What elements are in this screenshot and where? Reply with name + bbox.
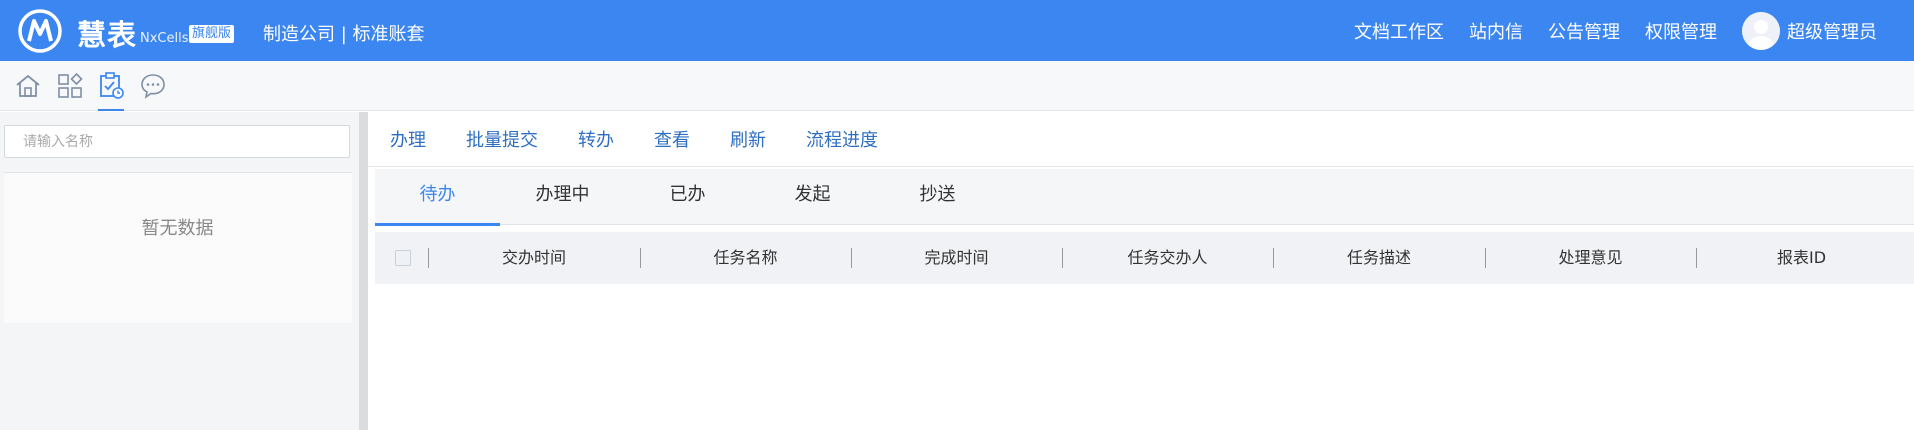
table-header: 交办时间 任务名称 完成时间 任务交办人 任务描述 处理意见 报表ID <box>375 232 1914 284</box>
action-bar: 办理 批量提交 转办 查看 刷新 流程进度 <box>368 112 1914 167</box>
module-iconbar <box>0 61 1914 111</box>
user-avatar-icon <box>1742 11 1780 50</box>
batch-submit-button[interactable]: 批量提交 <box>466 126 538 152</box>
col-report-id[interactable]: 报表ID <box>1696 232 1907 284</box>
nav-inbox[interactable]: 站内信 <box>1469 18 1523 44</box>
empty-placeholder: 暂无数据 <box>141 218 214 239</box>
edition-badge: 旗舰版 <box>189 25 235 43</box>
col-task-desc[interactable]: 任务描述 <box>1273 232 1485 284</box>
process-progress-button[interactable]: 流程进度 <box>806 126 878 152</box>
handle-button[interactable]: 办理 <box>390 126 426 152</box>
tab-initiated[interactable]: 发起 <box>750 169 875 225</box>
col-task-name[interactable]: 任务名称 <box>640 232 851 284</box>
nav-doc-workspace[interactable]: 文档工作区 <box>1354 18 1444 44</box>
col-opinion[interactable]: 处理意见 <box>1485 232 1696 284</box>
avatar[interactable] <box>1742 11 1780 50</box>
panel-splitter[interactable] <box>359 112 368 430</box>
company-account[interactable]: 制造公司 | 标准账套 <box>263 20 425 46</box>
col-assigned-time[interactable]: 交办时间 <box>428 232 640 284</box>
logo-icon[interactable] <box>17 8 63 54</box>
empty-list-area <box>4 173 352 323</box>
task-tab-indicator[interactable] <box>96 71 126 111</box>
tab-cc[interactable]: 抄送 <box>875 169 1000 225</box>
user-name[interactable]: 超级管理员 <box>1787 18 1877 44</box>
select-all-checkbox[interactable] <box>395 250 411 266</box>
tab-in-progress[interactable]: 办理中 <box>500 169 625 225</box>
main-panel: 办理 批量提交 转办 查看 刷新 流程进度 待办 办理中 已办 发起 抄送 交办… <box>368 112 1914 430</box>
transfer-button[interactable]: 转办 <box>578 126 614 152</box>
home-icon[interactable] <box>13 71 43 101</box>
task-clipboard-icon <box>100 72 124 99</box>
col-complete-time[interactable]: 完成时间 <box>851 232 1062 284</box>
top-header: 慧表 NxCells 旗舰版 制造公司 | 标准账套 文档工作区 站内信 公告管… <box>0 0 1914 61</box>
left-panel: 暂无数据 <box>0 112 359 430</box>
header-nav: 文档工作区 站内信 公告管理 权限管理 超级管理员 <box>1354 0 1914 61</box>
brand-name: 慧表 <box>77 18 138 52</box>
tab-todo[interactable]: 待办 <box>375 169 500 226</box>
nav-announcements[interactable]: 公告管理 <box>1548 18 1620 44</box>
refresh-button[interactable]: 刷新 <box>730 126 766 152</box>
message-icon[interactable] <box>138 71 168 101</box>
task-tabs: 待办 办理中 已办 发起 抄送 <box>375 169 1914 226</box>
apps-icon[interactable] <box>55 71 85 101</box>
name-search-input[interactable] <box>4 125 350 158</box>
col-assigner[interactable]: 任务交办人 <box>1062 232 1273 284</box>
tab-done[interactable]: 已办 <box>625 169 750 225</box>
nav-permissions[interactable]: 权限管理 <box>1645 18 1717 44</box>
view-button[interactable]: 查看 <box>654 126 690 152</box>
brand-en: NxCells <box>140 31 189 46</box>
